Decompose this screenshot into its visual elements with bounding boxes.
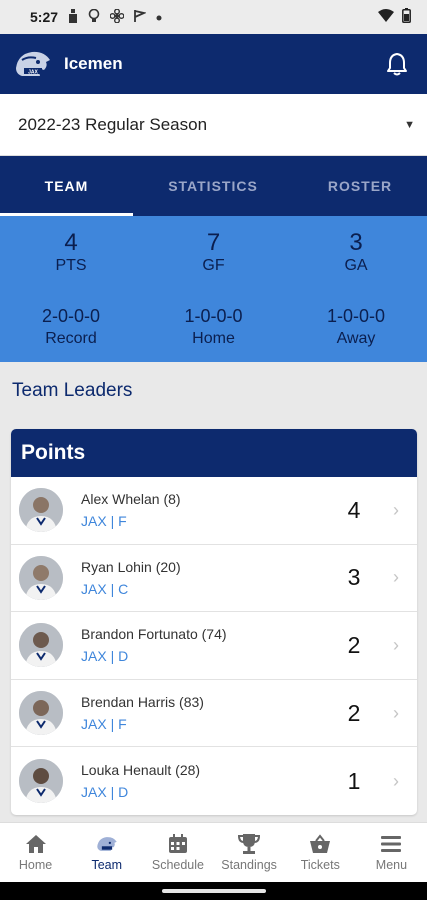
stat-value: 7: [206, 228, 221, 256]
player-avatar: [19, 691, 63, 736]
player-team-position: JAX | D: [81, 648, 129, 665]
app-title: Icemen: [64, 54, 123, 73]
stat-label: GF: [202, 256, 225, 274]
team-logo-icon: JAX: [12, 44, 54, 84]
stat-value: 1-0-0-0: [326, 305, 386, 326]
nav-tickets[interactable]: Tickets: [285, 823, 356, 882]
team-stats-panel: 4 PTS 7 GF 3 GA 2-0-0-0 Record 1-0-0-0 H…: [0, 216, 427, 362]
tab-team[interactable]: TEAM: [0, 156, 133, 216]
player-name: Brendan Harris (83): [81, 694, 204, 711]
tab-roster[interactable]: ROSTER: [293, 156, 427, 216]
tab-bar: TEAM STATISTICS ROSTER: [0, 156, 427, 216]
season-selected: 2022-23 Regular Season: [18, 114, 208, 134]
player-team-position: JAX | C: [81, 580, 129, 597]
stat-ga: 3 GA: [285, 216, 427, 289]
dot-icon: [156, 10, 162, 24]
notifications-bell-icon[interactable]: [383, 50, 411, 78]
stat-gf: 7 GF: [142, 216, 285, 289]
player-avatar: [19, 488, 63, 533]
nav-menu[interactable]: Menu: [356, 823, 427, 882]
nav-label: Menu: [375, 858, 408, 872]
player-points: 1: [347, 767, 361, 794]
flag-icon: [134, 9, 147, 26]
player-team-position: JAX | F: [81, 513, 127, 530]
stat-label: Home: [192, 329, 235, 347]
home-icon: [24, 833, 48, 855]
trophy-icon: [237, 833, 261, 855]
player-points: 4: [347, 496, 361, 523]
points-leaders-card: Points Alex Whelan (8) JAX | F 4 › Ryan …: [11, 429, 417, 815]
leader-row[interactable]: Brendan Harris (83) JAX | F 2 ›: [11, 680, 417, 748]
player-avatar: [19, 759, 63, 804]
stat-home: 1-0-0-0 Home: [142, 289, 285, 362]
wifi-icon: [378, 9, 394, 25]
status-time: 5:27: [30, 9, 59, 25]
nav-label: Standings: [221, 858, 277, 872]
player-points: 2: [347, 699, 361, 726]
nav-label: Team: [91, 858, 123, 872]
player-avatar: [19, 623, 63, 668]
stat-value: 2-0-0-0: [41, 305, 101, 326]
player-points: 3: [347, 564, 361, 591]
nav-label: Home: [18, 858, 53, 872]
home-gesture-pill[interactable]: [161, 889, 266, 893]
tab-statistics[interactable]: STATISTICS: [133, 156, 293, 216]
team-leaders-heading: Team Leaders: [12, 380, 133, 401]
bulb-icon: [88, 8, 100, 26]
nav-label: Tickets: [300, 858, 340, 872]
nav-team[interactable]: Team: [71, 823, 142, 882]
leader-row[interactable]: Brandon Fortunato (74) JAX | D 2 ›: [11, 612, 417, 680]
nav-schedule[interactable]: Schedule: [142, 823, 213, 882]
nav-home[interactable]: Home: [0, 823, 71, 882]
dropdown-caret-icon: ▼: [404, 118, 415, 131]
fan-icon: [109, 8, 125, 26]
chevron-right-icon: ›: [393, 567, 399, 588]
player-name: Alex Whelan (8): [81, 491, 181, 508]
calendar-icon: [166, 833, 190, 855]
basket-icon: [308, 833, 332, 855]
nav-label: Schedule: [151, 858, 204, 872]
player-team-position: JAX | F: [81, 716, 127, 733]
stat-pts: 4 PTS: [0, 216, 142, 289]
chevron-right-icon: ›: [393, 634, 399, 655]
menu-icon: [379, 833, 403, 855]
stat-label: Record: [45, 329, 97, 347]
notification-icon: [68, 8, 78, 26]
player-avatar: [19, 555, 63, 600]
battery-icon: [402, 8, 411, 26]
stat-value: 1-0-0-0: [184, 305, 243, 326]
chevron-right-icon: ›: [393, 499, 399, 520]
app-header: JAX Icemen: [0, 34, 427, 94]
status-bar: 5:27: [0, 0, 427, 34]
svg-text:JAX: JAX: [28, 70, 38, 76]
leader-row[interactable]: Louka Henault (28) JAX | D 1 ›: [11, 747, 417, 815]
card-title: Points: [11, 429, 417, 477]
season-dropdown[interactable]: 2022-23 Regular Season ▼: [0, 94, 427, 156]
player-points: 2: [347, 631, 361, 658]
stat-value: 3: [349, 228, 363, 256]
system-gesture-bar: [0, 882, 427, 900]
chevron-right-icon: ›: [393, 702, 399, 723]
player-team-position: JAX | D: [81, 784, 129, 801]
player-name: Louka Henault (28): [81, 762, 201, 779]
leader-row[interactable]: Alex Whelan (8) JAX | F 4 ›: [11, 477, 417, 545]
leader-row[interactable]: Ryan Lohin (20) JAX | C 3 ›: [11, 545, 417, 613]
player-name: Brandon Fortunato (74): [81, 626, 227, 643]
stat-label: PTS: [55, 256, 87, 274]
stat-record: 2-0-0-0 Record: [0, 289, 142, 362]
stat-label: GA: [344, 256, 368, 274]
stat-value: 4: [64, 228, 78, 256]
chevron-right-icon: ›: [393, 770, 399, 791]
team-logo-icon: [95, 833, 119, 855]
bottom-navigation: Home Team Schedule Standings Tickets Men…: [0, 822, 427, 882]
stat-away: 1-0-0-0 Away: [285, 289, 427, 362]
stat-label: Away: [336, 329, 376, 347]
player-name: Ryan Lohin (20): [81, 558, 181, 575]
nav-standings[interactable]: Standings: [214, 823, 285, 882]
